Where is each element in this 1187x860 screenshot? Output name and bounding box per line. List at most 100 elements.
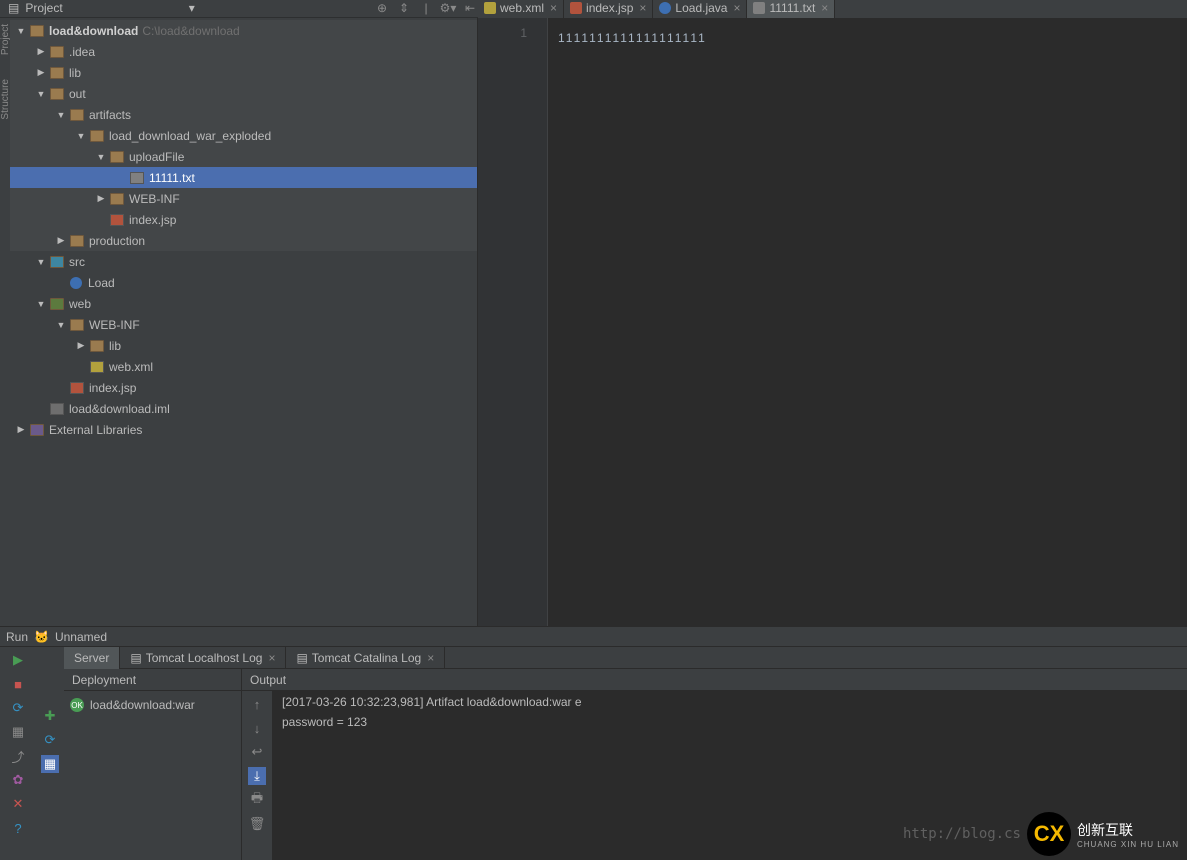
run-tab-server[interactable]: Server — [64, 647, 120, 669]
close-icon[interactable]: × — [639, 1, 646, 15]
log-icon: ▤ — [130, 651, 141, 665]
combo-arrow-icon[interactable]: ▾ — [189, 1, 195, 15]
down-icon[interactable]: ↓ — [248, 719, 266, 737]
chevron-down-icon[interactable]: ▼ — [96, 152, 106, 162]
folder-icon — [70, 235, 84, 247]
gear-icon[interactable]: ⚙▾ — [440, 0, 456, 16]
tab-load-java[interactable]: Load.java × — [653, 0, 747, 18]
tab-web-xml[interactable]: web.xml × — [478, 0, 564, 18]
folder-icon — [110, 193, 124, 205]
output-header: Output — [242, 669, 1187, 690]
up-icon[interactable]: ↑ — [248, 695, 266, 713]
bug-icon[interactable]: ✿ — [9, 771, 27, 789]
run-tab-catalina-log[interactable]: ▤Tomcat Catalina Log× — [286, 647, 445, 669]
tree-lib[interactable]: ▶lib — [10, 62, 477, 83]
chevron-down-icon[interactable]: ▼ — [16, 26, 26, 36]
web-folder-icon — [50, 298, 64, 310]
close-icon[interactable]: ✕ — [9, 795, 27, 813]
layout-icon[interactable]: ▦ — [9, 723, 27, 741]
txt-icon — [753, 2, 765, 14]
code-content[interactable]: 1111111111111111111 — [548, 18, 1187, 626]
run-config-name: Unnamed — [55, 630, 107, 644]
tree-iml[interactable]: load&download.iml — [10, 398, 477, 419]
tree-production[interactable]: ▶production — [10, 230, 477, 251]
tree-external-libs[interactable]: ▶External Libraries — [10, 419, 477, 440]
project-tree[interactable]: ▼ load&download C:\load&download ▶.idea … — [10, 18, 477, 626]
line-number: 1 — [478, 26, 527, 40]
tree-root[interactable]: ▼ load&download C:\load&download — [10, 20, 477, 41]
editor-area: 1 1111111111111111111 — [478, 18, 1187, 626]
chevron-down-icon[interactable]: ▼ — [36, 257, 46, 267]
folder-icon — [70, 319, 84, 331]
tab-index-jsp[interactable]: index.jsp × — [564, 0, 653, 18]
run-left-tools: ▶ ■ ⟳ ▦ ⤴ ✿ ✕ ? — [0, 647, 36, 860]
tree-artifacts[interactable]: ▼artifacts — [10, 104, 477, 125]
project-tool-label: Project — [25, 1, 62, 15]
class-icon — [70, 277, 82, 289]
refresh-icon[interactable]: ⟳ — [41, 731, 59, 749]
scroll-end-icon[interactable]: ⤓ — [248, 767, 266, 785]
chevron-down-icon[interactable]: ▼ — [36, 89, 46, 99]
tree-idea[interactable]: ▶.idea — [10, 41, 477, 62]
chevron-right-icon[interactable]: ▶ — [56, 235, 66, 246]
run-tabs: Server ▤Tomcat Localhost Log× ▤Tomcat Ca… — [64, 647, 1187, 669]
tree-index-jsp2[interactable]: index.jsp — [10, 377, 477, 398]
help-icon[interactable]: ? — [9, 819, 27, 837]
tree-webinf2[interactable]: ▼WEB-INF — [10, 314, 477, 335]
stop-icon[interactable]: ■ — [9, 675, 27, 693]
xml-file-icon — [90, 361, 104, 373]
trash-icon[interactable]: 🗑 — [248, 815, 266, 833]
restart-icon[interactable]: ⟳ — [9, 699, 27, 717]
chevron-right-icon[interactable]: ▶ — [76, 340, 86, 351]
print-icon[interactable]: 🖶 — [248, 791, 266, 809]
rail-project[interactable]: Project — [0, 22, 13, 57]
tree-load-class[interactable]: Load — [10, 272, 477, 293]
wrap-icon[interactable]: ↩ — [248, 743, 266, 761]
run-tab-localhost-log[interactable]: ▤Tomcat Localhost Log× — [120, 647, 286, 669]
chevron-right-icon[interactable]: ▶ — [36, 67, 46, 78]
tab-11111-txt[interactable]: 11111.txt × — [747, 0, 835, 18]
chevron-down-icon[interactable]: ▼ — [36, 299, 46, 309]
close-icon[interactable]: × — [427, 651, 434, 665]
deploy-icon[interactable]: ✚ — [41, 707, 59, 725]
rerun-icon[interactable]: ▶ — [9, 651, 27, 669]
editor-body[interactable]: 1 1111111111111111111 — [478, 18, 1187, 626]
close-icon[interactable]: × — [268, 651, 275, 665]
chevron-down-icon[interactable]: ▼ — [76, 131, 86, 141]
tomcat-icon: 🐱 — [34, 630, 49, 644]
collapse-icon[interactable]: ⇕ — [396, 0, 412, 16]
tree-uploadfile[interactable]: ▼uploadFile — [10, 146, 477, 167]
artifact-icon[interactable]: ▦ — [41, 755, 59, 773]
deployment-item[interactable]: OK load&download:war — [70, 695, 235, 715]
chevron-down-icon[interactable]: ▼ — [56, 110, 66, 120]
project-tool-header[interactable]: ▤ Project ▾ ⊕ ⇕ | ⚙▾ ⇤ — [0, 0, 478, 18]
chevron-right-icon[interactable]: ▶ — [36, 46, 46, 57]
deployment-header: Deployment — [64, 669, 242, 690]
tree-11111-txt[interactable]: 11111.txt — [10, 167, 477, 188]
close-icon[interactable]: × — [733, 1, 740, 15]
folder-icon — [90, 340, 104, 352]
jsp-file-icon — [110, 214, 124, 226]
rail-structure[interactable]: Structure — [0, 77, 13, 122]
locate-icon[interactable]: ⊕ — [374, 0, 390, 16]
run-tool-bar[interactable]: Run 🐱 Unnamed — [0, 626, 1187, 646]
iml-file-icon — [50, 403, 64, 415]
chevron-right-icon[interactable]: ▶ — [96, 193, 106, 204]
tree-lib2[interactable]: ▶lib — [10, 335, 477, 356]
share-icon[interactable]: ⤴ — [9, 747, 27, 765]
tree-out[interactable]: ▼out — [10, 83, 477, 104]
chevron-right-icon[interactable]: ▶ — [16, 424, 26, 435]
chevron-down-icon[interactable]: ▼ — [56, 320, 66, 330]
module-icon — [30, 25, 44, 37]
tree-web[interactable]: ▼web — [10, 293, 477, 314]
hide-icon[interactable]: ⇤ — [462, 0, 478, 16]
close-icon[interactable]: × — [550, 1, 557, 15]
tree-web-xml[interactable]: web.xml — [10, 356, 477, 377]
tree-src[interactable]: ▼src — [10, 251, 477, 272]
close-icon[interactable]: × — [821, 1, 828, 15]
tree-war-exploded[interactable]: ▼load_download_war_exploded — [10, 125, 477, 146]
deployment-list: OK load&download:war — [64, 691, 242, 860]
tree-index-jsp1[interactable]: index.jsp — [10, 209, 477, 230]
editor-tabs: web.xml × index.jsp × Load.java × 11111.… — [478, 0, 1187, 19]
tree-webinf1[interactable]: ▶WEB-INF — [10, 188, 477, 209]
